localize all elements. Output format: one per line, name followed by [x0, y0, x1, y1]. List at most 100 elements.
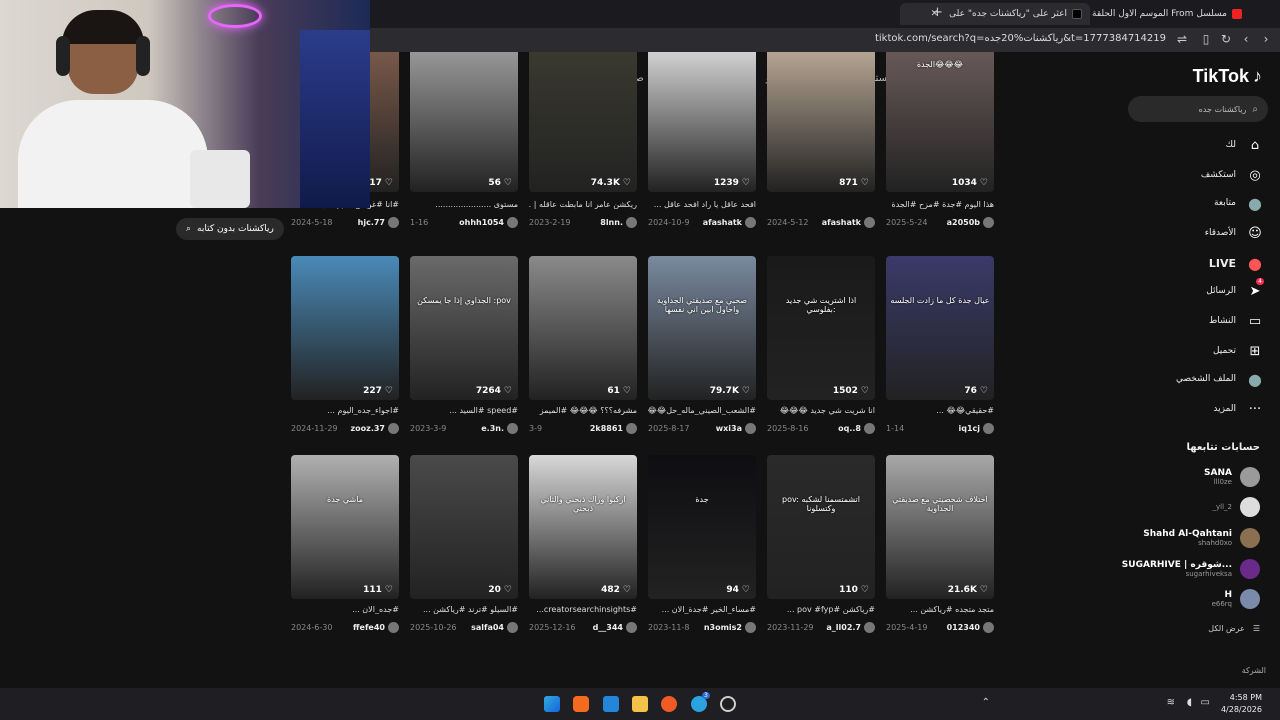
- app-icon[interactable]: [661, 696, 677, 712]
- windows-start-icon[interactable]: [544, 696, 560, 712]
- video-thumbnail[interactable]: pov: اتشمتسمنا لشكبه وكتسلونا 110 ♡: [767, 455, 875, 599]
- video-thumbnail[interactable]: 74.3K ♡: [529, 52, 637, 192]
- reload-icon[interactable]: ↻: [1218, 32, 1234, 46]
- battery-icon[interactable]: ▭: [1201, 697, 1210, 708]
- nav-item-5[interactable]: LIVE ●: [1209, 252, 1264, 274]
- following-account[interactable]: Shahd Al-Qahtani shahd0xo: [1143, 523, 1260, 553]
- video-caption[interactable]: #creatorsearchinsights...: [529, 605, 637, 614]
- video-caption[interactable]: #جده_الان ...: [291, 605, 399, 614]
- video-caption[interactable]: متجد متجده #رياكشن ...: [886, 605, 994, 614]
- video-thumbnail[interactable]: 871 ♡: [767, 52, 875, 192]
- video-author[interactable]: ohhh1054: [459, 217, 518, 228]
- video-card[interactable]: 871 ♡ 2024-5-12 afashatk: [767, 52, 875, 228]
- video-thumbnail[interactable]: 61 ♡: [529, 256, 637, 400]
- video-author[interactable]: oq..8: [838, 423, 875, 434]
- following-account[interactable]: _yll_2: [1213, 492, 1260, 522]
- video-author[interactable]: e.3n.: [481, 423, 518, 434]
- nav-item-3[interactable]: متابعة ●: [1214, 192, 1264, 214]
- video-caption[interactable]: ريكشن عامر انا مابطت عاقله | ...: [529, 200, 637, 209]
- new-tab-button[interactable]: +: [932, 5, 943, 20]
- account-name: H: [1224, 590, 1232, 600]
- nav-item-9[interactable]: الملف الشخصي ●: [1176, 368, 1264, 390]
- tiktok-logo[interactable]: TikTok ♪: [1193, 66, 1262, 87]
- url-field[interactable]: tiktok.com/search?q=رياكشنات%20جده&t=177…: [875, 33, 1166, 44]
- search-icon[interactable]: ⌕: [1252, 104, 1258, 115]
- video-thumbnail[interactable]: ماشي جدة 111 ♡: [291, 455, 399, 599]
- video-thumbnail[interactable]: الجدة😂😂😂 1034 ♡: [886, 52, 994, 192]
- video-caption[interactable]: #حقيقي😂😂 ...: [886, 406, 994, 415]
- volume-icon[interactable]: ◖: [1187, 697, 1192, 708]
- video-card[interactable]: الجدة😂😂😂 1034 ♡ هذا اليوم #جدة #مزح #الجدة 2…: [886, 52, 995, 228]
- following-account[interactable]: He66rq: [1212, 584, 1260, 614]
- clock[interactable]: 4:58 PM 4/28/2026: [1221, 692, 1262, 716]
- browser-tab[interactable]: مسلسل From الموسم الاول الحلقة 3 مد: [1070, 3, 1250, 25]
- video-caption[interactable]: #رياكشن #pov #fyp ...: [767, 605, 875, 614]
- related-search-chip[interactable]: ⌕ رياكشنات بدون كتابه: [176, 218, 284, 240]
- video-author[interactable]: afashatk: [703, 217, 756, 228]
- video-author[interactable]: zooz.37: [351, 423, 399, 434]
- video-author[interactable]: hjc.77: [358, 217, 399, 228]
- video-thumbnail[interactable]: جدة 94 ♡: [648, 455, 756, 599]
- video-thumbnail[interactable]: 56 ♡: [410, 52, 518, 192]
- video-thumbnail[interactable]: اختلاف شخصيتي مع صديقتي الجداوية 21.6K ♡: [886, 455, 994, 599]
- settings-icon[interactable]: [720, 696, 736, 712]
- video-caption[interactable]: #speed #السيد ...: [410, 406, 518, 415]
- video-thumbnail[interactable]: 20 ♡: [410, 455, 518, 599]
- video-card[interactable]: 1239 ♡ افحد عاقل يا راد افحد عاقل ... 2024-…: [648, 52, 756, 228]
- video-author[interactable]: iq1cj: [958, 423, 994, 434]
- following-account[interactable]: SUGARHIVE | شوقره... sugarhiveksa: [1122, 554, 1260, 584]
- video-author[interactable]: 2k8861: [590, 423, 637, 434]
- video-caption[interactable]: هذا اليوم #جدة #مزح #الجدة: [886, 200, 995, 209]
- nav-item-8[interactable]: تحميل ⊞: [1213, 340, 1264, 362]
- video-author[interactable]: 012340: [947, 622, 994, 633]
- account-names: He66rq: [1212, 590, 1232, 608]
- network-icon[interactable]: ≋: [1167, 697, 1175, 708]
- video-author[interactable]: ffefe40: [353, 622, 399, 633]
- nav-item-6[interactable]: الرسائل ➤ 4: [1206, 278, 1264, 302]
- video-card[interactable]: 74.3K ♡ ريكشن عامر انا مابطت عاقله | ... 20…: [529, 52, 637, 228]
- account-handle: sugarhiveksa: [1185, 570, 1232, 578]
- brave-browser-icon[interactable]: [573, 696, 589, 712]
- browser-tab-active[interactable]: اعثر على "رياكشنات جده" على ✕: [900, 3, 1090, 25]
- back-icon[interactable]: ‹: [1238, 32, 1254, 46]
- file-explorer-icon[interactable]: [632, 696, 648, 712]
- nav-item-1[interactable]: لك ⌂: [1226, 134, 1264, 156]
- video-card[interactable]: 56 ♡ مستوى ...................... 1-16 ohhh1…: [410, 52, 518, 228]
- video-caption[interactable]: افحد عاقل يا راد افحد عاقل ...: [648, 200, 756, 209]
- video-author[interactable]: salfa04: [471, 622, 518, 633]
- nav-item-10[interactable]: المزيد ···: [1213, 398, 1264, 420]
- video-caption[interactable]: انا شريت شي جديد 😂😂😂: [767, 406, 875, 415]
- video-author[interactable]: n3omis2: [704, 622, 756, 633]
- video-thumbnail[interactable]: اذا اشتريت شي جديد بفلوسي: 1502 ♡: [767, 256, 875, 400]
- vscode-icon[interactable]: [603, 696, 619, 712]
- video-author[interactable]: a2050b: [947, 217, 994, 228]
- video-author[interactable]: a_ll02.7: [826, 622, 875, 633]
- video-caption[interactable]: #الشعب_الصيني_ماله_حل😂😂: [648, 406, 756, 415]
- video-author[interactable]: 8lnn.: [600, 217, 637, 228]
- following-account[interactable]: SANA lll0ze: [1204, 462, 1260, 492]
- forward-icon[interactable]: ›: [1258, 32, 1274, 46]
- site-settings-icon[interactable]: ⇌: [1174, 32, 1190, 46]
- see-all-link[interactable]: ☰ عرض الكل: [1208, 624, 1260, 633]
- nav-item-2[interactable]: استكشف ◎: [1201, 164, 1264, 186]
- video-thumbnail[interactable]: عيال جدة كل ما زادت الجلسه 76 ♡: [886, 256, 994, 400]
- video-thumbnail[interactable]: صحبي مع صديقتي الجداوية واحاول ابين اني …: [648, 256, 756, 400]
- company-link[interactable]: الشركة: [1242, 666, 1266, 675]
- video-caption[interactable]: #السيلو #ترند #رياكشن ...: [410, 605, 518, 614]
- chevron-up-icon[interactable]: ⌃: [982, 697, 990, 708]
- video-author[interactable]: d__344: [593, 622, 637, 633]
- nav-item-7[interactable]: النشاط ▭: [1209, 310, 1264, 332]
- nav-item-4[interactable]: الأصدقاء ☺: [1205, 222, 1264, 244]
- video-caption[interactable]: مستوى ......................: [410, 200, 518, 209]
- video-thumbnail[interactable]: الجداوي إذا جا يمسكن :pov 7264 ♡: [410, 256, 518, 400]
- search-input[interactable]: رياكشنات جده ⌕: [1128, 96, 1268, 122]
- video-thumbnail[interactable]: 227 ♡: [291, 256, 399, 400]
- video-thumbnail[interactable]: اركبوا وراك ذبحني والثاني ذبحني 482 ♡: [529, 455, 637, 599]
- video-caption[interactable]: #اجواء_جده_اليوم ...: [291, 406, 399, 415]
- video-caption[interactable]: #مساء_الخير #جدة_الان ...: [648, 605, 756, 614]
- bookmark-icon[interactable]: ▯: [1198, 32, 1214, 46]
- video-caption[interactable]: مشرفه؟؟؟ 😂😂😂 #الميمز: [529, 406, 637, 415]
- video-thumbnail[interactable]: 1239 ♡: [648, 52, 756, 192]
- video-author[interactable]: afashatk: [822, 217, 875, 228]
- video-author[interactable]: wxi3a: [716, 423, 756, 434]
